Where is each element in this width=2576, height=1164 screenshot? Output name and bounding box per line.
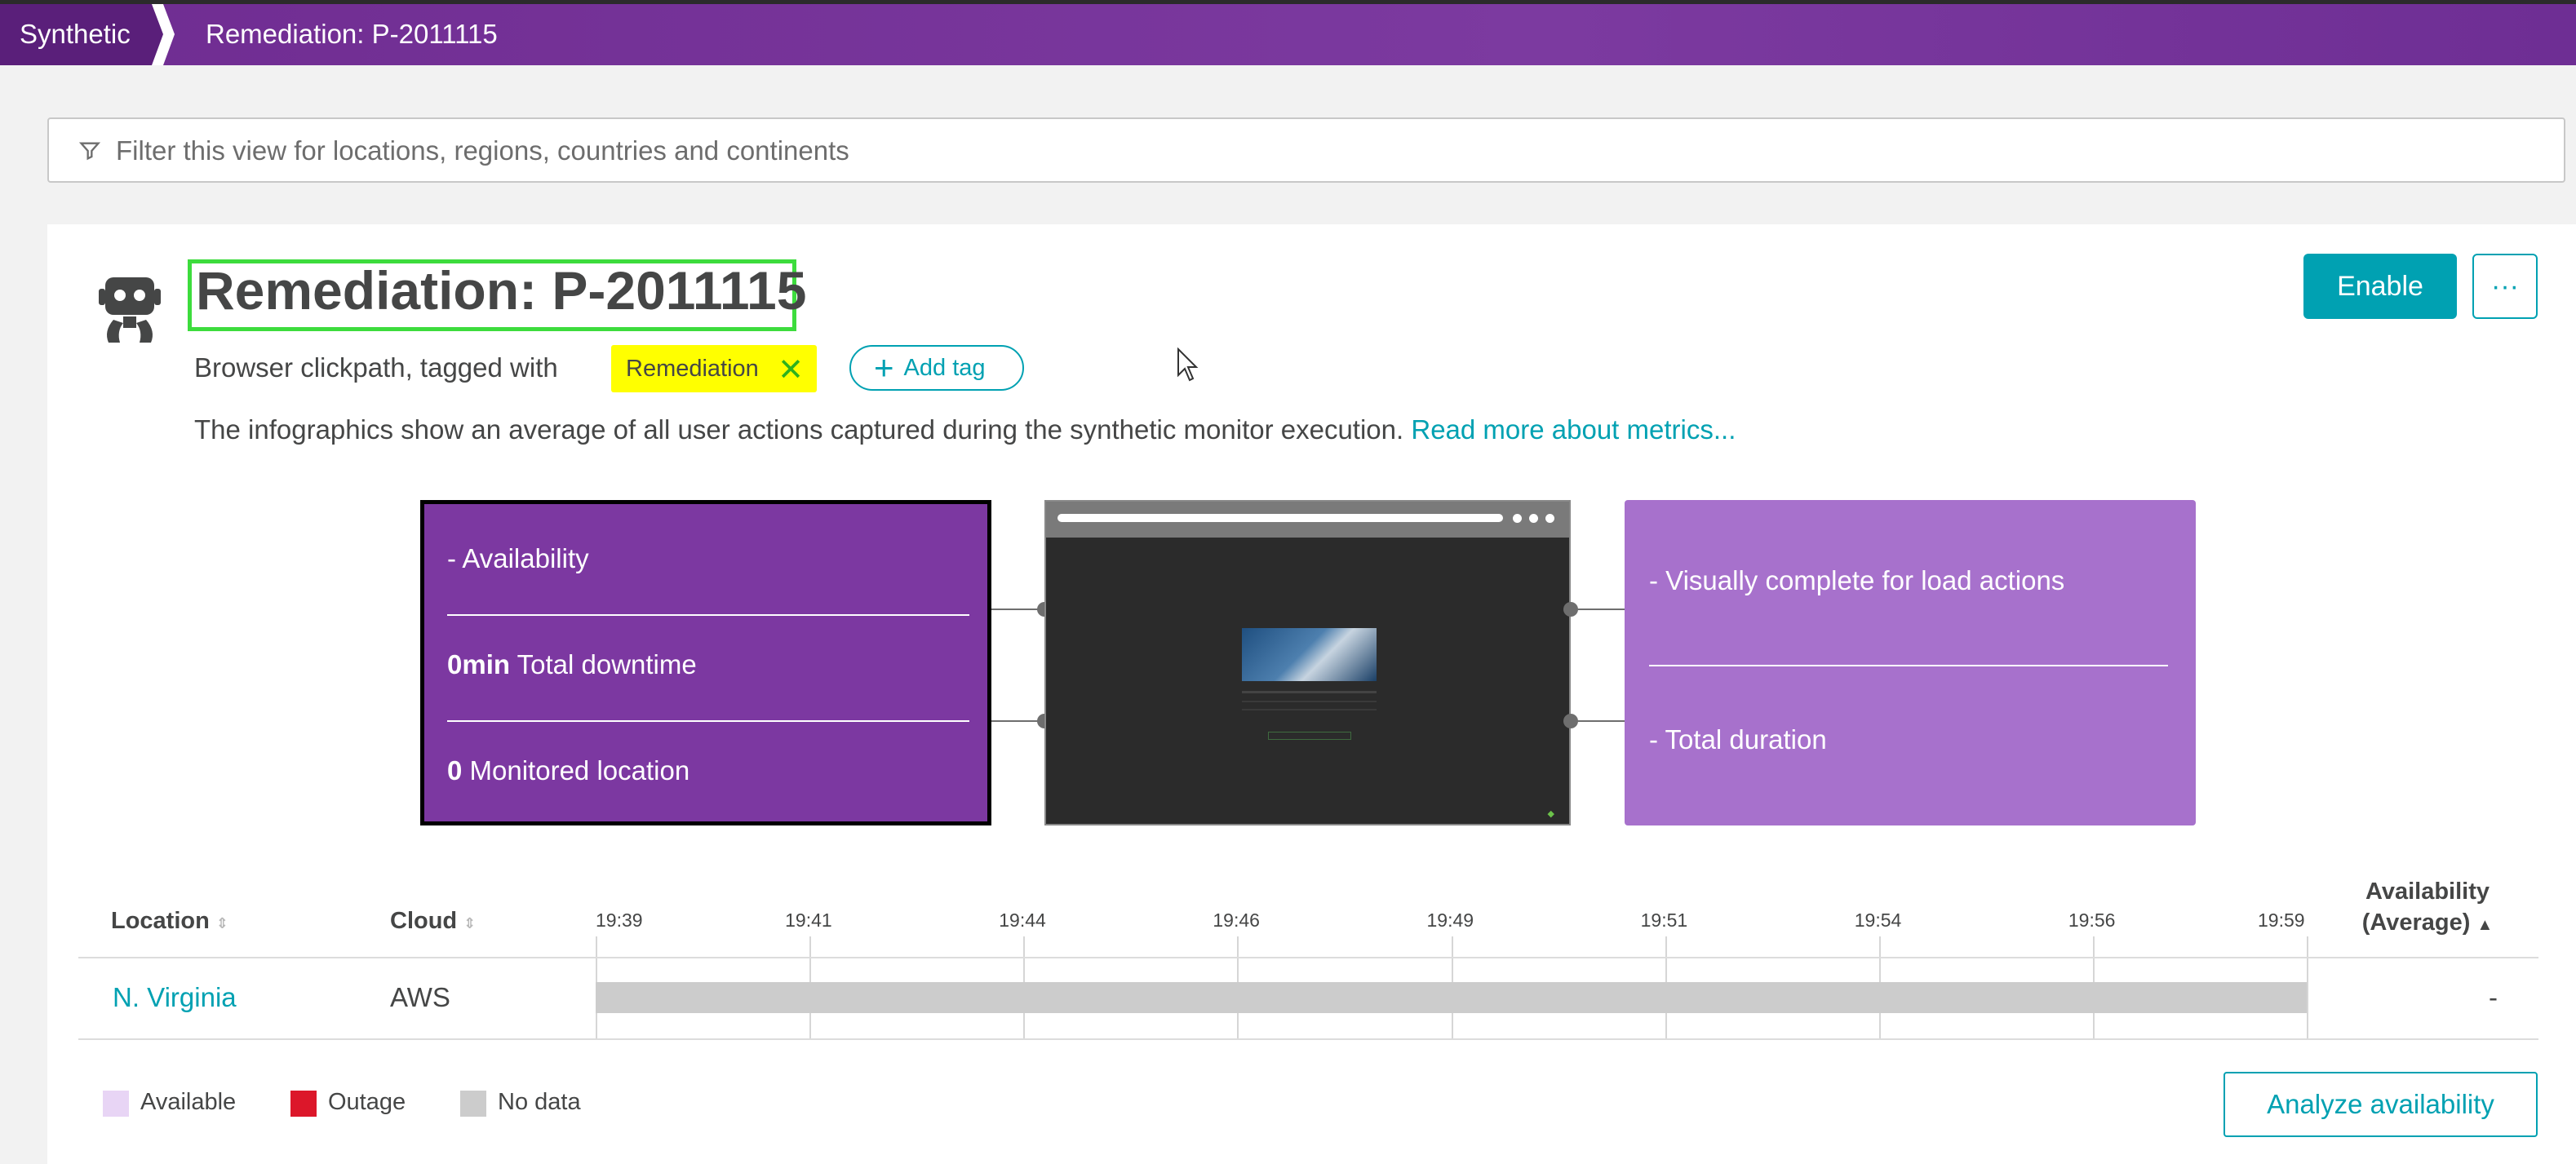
timeline-tick-label: 19:59 [2258,910,2305,931]
filter-placeholder: Filter this view for locations, regions,… [116,135,849,166]
divider [447,614,969,616]
page-text-line [1242,709,1377,710]
plus-icon: + [874,348,894,387]
breadcrumb: Synthetic Remediation: P-2011115 [0,0,2576,65]
monitor-subtitle: Browser clickpath, tagged with [194,352,558,383]
total-duration-heading: - Total duration [1649,724,1827,755]
legend-outage: Outage [328,1089,406,1115]
add-tag-label: Add tag [903,354,986,381]
legend-no-data: No data [498,1089,581,1115]
page-hero-image [1242,628,1377,681]
timeline-tick-label: 19:56 [2068,910,2116,931]
availability-cell: - [2489,982,2498,1012]
connector-dot [1563,602,1578,617]
more-options-button[interactable]: ··· [2472,254,2538,319]
total-downtime: 0min Total downtime [447,649,697,680]
screenshot-thumbnail[interactable]: ◆ [1044,500,1571,825]
page-text-line [1242,701,1377,702]
availability-heading: - Availability [447,543,589,573]
mouse-cursor-icon [1177,347,1199,382]
monitored-locations: 0 Monitored location [447,755,689,786]
timeline-tick-label: 19:44 [999,910,1046,931]
timeline-tick-label: 19:41 [785,910,832,931]
sort-icon: ⇕ [463,915,477,932]
timeline-tick-label: 19:51 [1640,910,1688,931]
availability-header-line1: Availability [2365,879,2490,905]
legend-swatch-available [103,1091,129,1117]
timeline-tick-label: 19:49 [1426,910,1474,931]
downtime-value: 0min [447,649,511,679]
page-button [1268,732,1351,740]
tag-label: Remediation [626,355,759,382]
dynatrace-logo: ◆ [1547,809,1554,819]
read-more-link[interactable]: Read more about metrics... [1411,414,1736,445]
visually-complete-heading: - Visually complete for load actions [1649,565,2065,595]
page-text-line [1242,691,1377,693]
breadcrumb-current: Remediation: P-2011115 [206,19,498,49]
column-header-cloud[interactable]: Cloud ⇕ [390,908,476,935]
availability-header-line2: (Average) [2361,910,2471,936]
tag-remediation[interactable]: Remediation ✕ [611,345,817,392]
window-dot [1529,514,1538,523]
window-dot [1513,514,1522,523]
location-link[interactable]: N. Virginia [113,982,237,1013]
connector-line [1571,609,1625,610]
robot-icon [99,277,161,343]
connector-line [1571,720,1625,722]
filter-input[interactable]: Filter this view for locations, regions,… [47,117,2565,183]
locations-value: 0 [447,755,463,786]
timeline-tick-label: 19:54 [1854,910,1902,931]
analyze-availability-button[interactable]: Analyze availability [2224,1072,2538,1137]
downtime-label: Total downtime [517,649,697,679]
availability-timeline-bar[interactable] [596,982,2307,1013]
breadcrumb-root[interactable]: Synthetic [20,19,131,50]
timeline-tick-label: 19:39 [596,910,643,931]
page-title: Remediation: P-2011115 [196,260,807,321]
timeline-tick-label: 19:46 [1213,910,1260,931]
column-header-availability[interactable]: Availability (Average) ▲ [2334,876,2521,940]
availability-panel[interactable]: - Availability 0min Total downtime 0 Mon… [420,500,991,825]
legend-swatch-no-data [460,1091,486,1117]
add-tag-button[interactable]: + Add tag [849,345,1024,391]
enable-button[interactable]: Enable [2303,254,2457,319]
sort-icon: ⇕ [215,915,228,932]
sort-ascending-icon: ▲ [2476,916,2494,934]
row-separator [78,1038,2538,1040]
filter-icon [78,142,101,161]
cloud-header-label: Cloud [390,908,458,934]
cloud-cell: AWS [390,982,450,1012]
performance-panel[interactable]: - Visually complete for load actions - T… [1625,500,2196,825]
location-header-label: Location [111,908,210,934]
description-text: The infographics show an average of all … [194,414,1404,445]
address-bar [1057,514,1503,522]
remove-tag-icon[interactable]: ✕ [778,352,804,388]
connector-dot [1563,714,1578,728]
legend-swatch-outage [290,1091,317,1117]
browser-chrome [1046,502,1569,538]
column-header-location[interactable]: Location ⇕ [111,908,228,935]
locations-label: Monitored location [469,755,690,786]
timeline-gridline [2307,936,2308,1039]
monitor-description: The infographics show an average of all … [194,414,1736,445]
divider [447,720,969,722]
divider [1649,665,2168,666]
header-separator [78,957,2538,958]
window-dot [1545,514,1554,523]
legend-available: Available [140,1089,237,1115]
